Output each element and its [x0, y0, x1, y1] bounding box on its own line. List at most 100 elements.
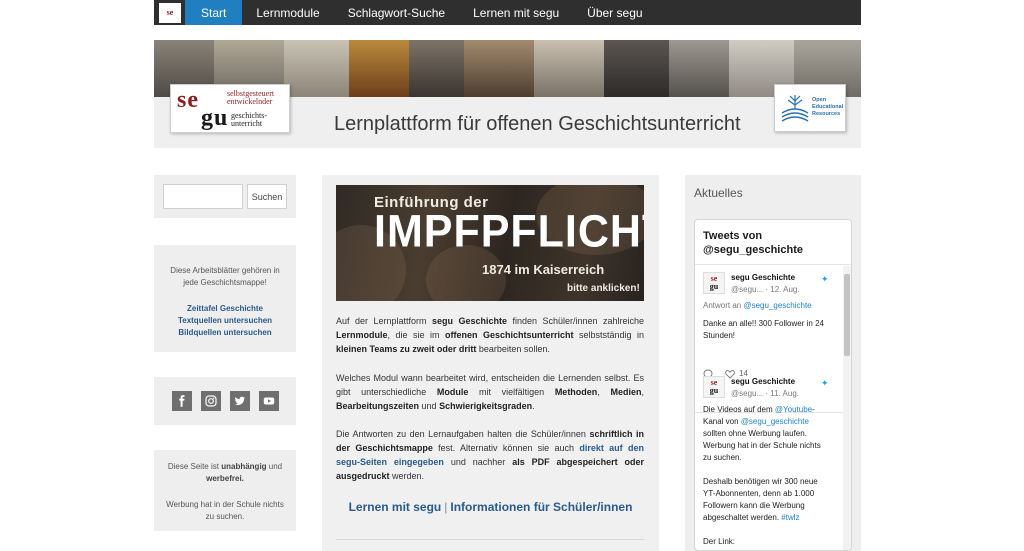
text-fragment: ,	[641, 387, 644, 397]
text-fragment: mit vielfältigen	[468, 387, 555, 397]
twitter-bird-icon[interactable]: ✦	[821, 377, 829, 389]
main-links: Lernen mit segu | Informationen für Schüle…	[322, 500, 659, 514]
teaser-cta: bitte anklicken!	[567, 283, 640, 294]
search-button[interactable]: Suchen	[247, 184, 287, 209]
scrollbar-thumb[interactable]	[844, 274, 850, 356]
timeline-title: Tweets von @segu_geschichte	[703, 230, 803, 256]
facebook-icon[interactable]	[171, 391, 192, 411]
header-banner[interactable]: se selbstgesteuert entwickelnder gu gesc…	[154, 40, 861, 148]
twitter-icon[interactable]	[229, 391, 250, 411]
social-widget	[154, 377, 296, 425]
logo-tagline-1: selbstgesteuert entwickelnder	[227, 89, 275, 106]
mention-link[interactable]: @segu_geschichte	[741, 417, 809, 426]
text-fragment: Die Antworten zu den Lernaufgaben halten…	[336, 429, 590, 439]
impfpflicht-teaser-image[interactable]: Einführung der IMPFPFLICHT 1874 im Kaise…	[336, 185, 644, 301]
divider	[336, 539, 644, 540]
text-fragment: Deshalb benötigen wir 300 neue YT-Abonne…	[703, 477, 818, 522]
text-fragment: , die sie im	[387, 330, 445, 340]
independence-widget: Diese Seite ist unabhängig und werbefrei…	[154, 450, 296, 531]
timeline-scrollbar[interactable]	[843, 266, 851, 550]
link-informationen-schueler[interactable]: Informationen für Schüler/innen	[450, 500, 632, 514]
text-bold: unabhängig	[221, 462, 267, 471]
tweet-body: Antwort an @segu_geschichte Danke an all…	[703, 300, 831, 342]
divider	[695, 264, 851, 265]
text-fragment: Diese Seite ist	[167, 462, 219, 471]
nav-label: Schlagwort-Suche	[347, 5, 446, 20]
tweet-handle-date[interactable]: @segu... · 11. Aug.	[731, 388, 799, 400]
text-fragment: werden.	[389, 471, 425, 481]
tweet-text-2: Deshalb benötigen wir 300 neue YT-Abonne…	[703, 476, 831, 524]
nav-item-lernen-mit-segu[interactable]: Lernen mit segu	[459, 0, 573, 25]
nav-item-lernmodule[interactable]: Lernmodule	[242, 0, 333, 25]
text-bold: Schwierigkeitsgraden	[439, 401, 533, 411]
news-sidebar: Aktuelles Tweets von @segu_geschichte se…	[685, 175, 861, 551]
twitter-timeline-widget: Tweets von @segu_geschichte se gu segu Ge…	[694, 219, 852, 551]
tweet-reply-line: Antwort an @segu_geschichte	[703, 300, 831, 312]
text-fragment: finden Schüler/innen zahlreiche	[507, 316, 645, 326]
text-bold: Lernmodule	[336, 330, 388, 340]
answers-paragraph: Die Antworten zu den Lernaufgaben halten…	[336, 427, 644, 483]
text-fragment: und	[419, 401, 440, 411]
nav-item-schlagwort-suche[interactable]: Schlagwort-Suche	[334, 0, 459, 25]
nav-label: Lernen mit segu	[473, 5, 560, 20]
avatar[interactable]: se gu	[703, 376, 725, 398]
avatar[interactable]: se gu	[703, 272, 725, 294]
link-bildquellen[interactable]: Bildquellen untersuchen	[154, 327, 296, 339]
top-navigation: se Start Lernmodule Schlagwort-Suche Ler…	[154, 0, 861, 25]
text-fragment: und nachher	[443, 457, 513, 467]
twitter-bird-icon[interactable]: ✦	[821, 273, 829, 285]
teaser-line-3: 1874 im Kaiserreich	[482, 262, 605, 277]
text-fragment: selbstständig in	[573, 330, 644, 340]
main-content: Einführung der IMPFPFLICHT 1874 im Kaise…	[322, 175, 659, 551]
text-fragment: bearbeiten sollen.	[476, 344, 550, 354]
avatar-gu: gu	[709, 386, 719, 395]
link-zeittafel[interactable]: Zeittafel Geschichte	[154, 303, 296, 315]
text-fragment: Die Videos auf dem	[703, 405, 775, 414]
text-bold: Medien	[610, 387, 642, 397]
nav-item-start[interactable]: Start	[185, 0, 243, 25]
search-input[interactable]	[163, 184, 243, 209]
mention-link[interactable]: @segu_geschichte	[743, 301, 811, 310]
tweet-body: Die Videos auf dem @Youtube-Kanal von @s…	[703, 404, 831, 548]
worksheets-widget: Diese Arbeitsblätter gehören in jede Ges…	[154, 245, 296, 352]
avatar-gu: gu	[709, 282, 719, 291]
logo-text-se: se	[166, 7, 174, 17]
search-widget: Suchen	[154, 175, 296, 218]
tweet-handle-date[interactable]: @segu... · 12. Aug.	[731, 284, 800, 296]
text-bold: segu Geschichte	[431, 316, 507, 326]
tweet-author[interactable]: segu Geschichte	[731, 376, 795, 388]
text-fragment: ,	[597, 387, 611, 397]
text-fragment: und	[268, 462, 283, 471]
open-book-icon	[781, 95, 809, 122]
intro-paragraph: Auf der Lernplattform segu Geschichte fi…	[336, 314, 644, 356]
text-bold: Module	[436, 387, 469, 397]
logo-tagline-2: geschichts- unterricht	[231, 111, 267, 128]
youtube-icon[interactable]	[258, 391, 279, 411]
logo-gu: gu	[201, 105, 229, 131]
modules-paragraph: Welches Modul wann bearbeitet wird, ents…	[336, 371, 644, 413]
segu-logo[interactable]: se	[159, 2, 181, 23]
hashtag-link[interactable]: #twlz	[781, 513, 799, 522]
text-fragment: sollten ohne Werbung laufen. Werbung hat…	[703, 429, 821, 462]
ads-text: Werbung hat in der Schule nichts zu such…	[166, 500, 284, 521]
link-textquellen[interactable]: Textquellen untersuchen	[154, 315, 296, 327]
link-lernen-mit-segu[interactable]: Lernen mit segu	[349, 500, 442, 514]
page-title: Lernplattform für offenen Geschichtsunte…	[334, 113, 741, 135]
text-fragment: Auf der Lernplattform	[336, 316, 432, 326]
teaser-headline: IMPFPFLICHT	[374, 206, 644, 258]
text-bold: offenen Geschichtsunterricht	[444, 330, 574, 340]
tweet-author[interactable]: segu Geschichte	[731, 272, 795, 284]
mention-link[interactable]: @Youtube	[775, 405, 812, 414]
nav-item-ueber-segu[interactable]: Über segu	[573, 0, 656, 25]
tweet-text: Die Videos auf dem @Youtube-Kanal von @s…	[703, 404, 831, 464]
independence-text: Diese Seite ist unabhängig und werbefrei…	[162, 461, 288, 485]
nav-label: Start	[201, 5, 227, 20]
text-fragment: .	[532, 401, 535, 411]
oer-logo[interactable]: Open Educational Resources	[774, 84, 846, 132]
worksheets-intro: Diese Arbeitsblätter gehören in jede Ges…	[170, 266, 280, 287]
text-bold: kleinen Teams zu zweit oder dritt	[336, 344, 477, 354]
oer-text: Open Educational Resources	[812, 97, 844, 117]
instagram-icon[interactable]	[200, 391, 221, 411]
text-bold: Methoden	[554, 387, 598, 397]
text-bold: werbefrei.	[206, 474, 244, 483]
